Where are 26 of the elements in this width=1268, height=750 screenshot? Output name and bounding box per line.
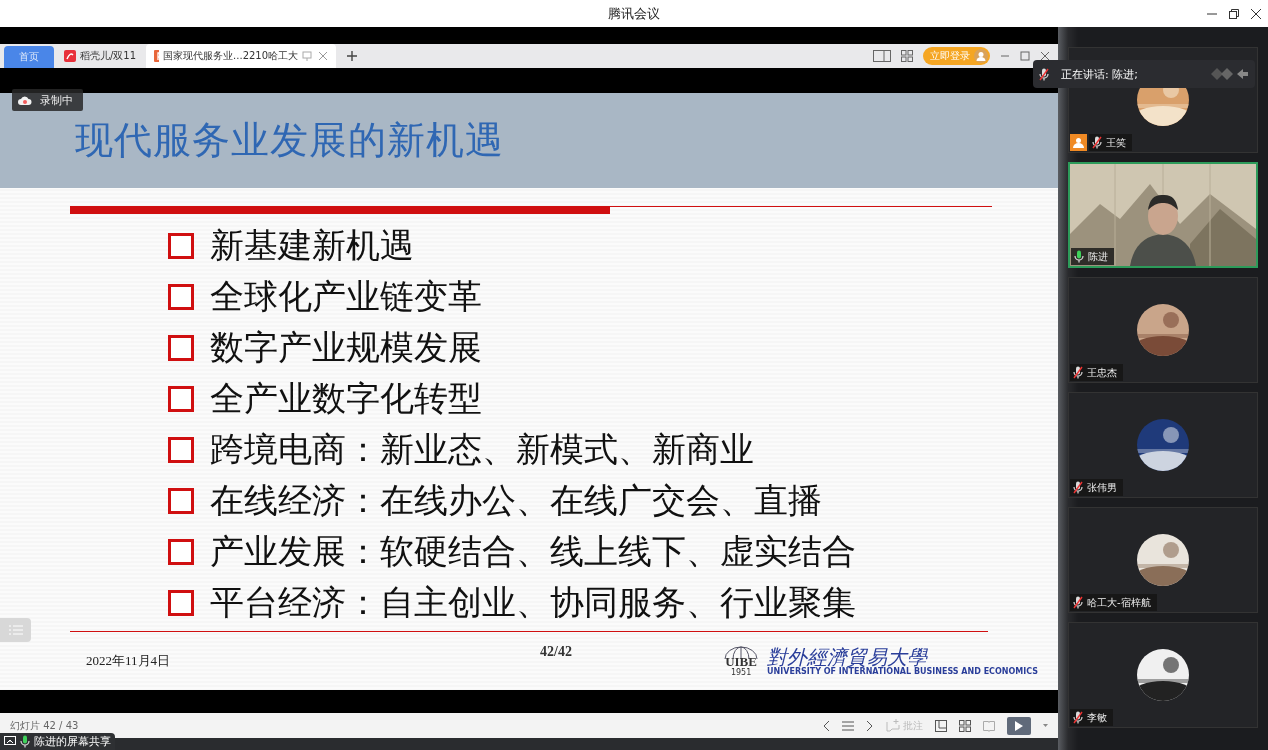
bullet-text: 跨境电商：新业态、新模式、新商业 (210, 428, 754, 471)
slide-counter: 幻灯片 42 / 43 (10, 718, 79, 733)
bullet-text: 新基建新机遇 (210, 224, 414, 267)
page-number: 42/42 (540, 644, 572, 660)
university-english-name: UNIVERSITY OF INTERNATIONAL BUSINESS AND ECONOMICS (767, 666, 1038, 676)
bullet-text: 全球化产业链变革 (210, 275, 482, 318)
participant-name: 陈进 (1088, 249, 1108, 264)
participant-name: 哈工大-宿梓航 (1087, 595, 1151, 610)
bullet-text: 数字产业规模发展 (210, 326, 482, 369)
bullet-text: 全产业数字化转型 (210, 377, 482, 420)
bullet-text: 产业发展：软硬结合、线上线下、虚实结合 (210, 530, 856, 573)
speaking-toast: 正在讲话: 陈进; (1033, 60, 1255, 88)
slide-title: 现代服务业发展的新机遇 (75, 117, 504, 164)
participant-name: 王忠杰 (1087, 365, 1117, 380)
bullet-text: 在线经济：在线办公、在线广交会、直播 (210, 479, 822, 522)
university-name: 對外經濟貿易大學 (767, 646, 928, 667)
window-title: 腾讯会议 (608, 4, 660, 23)
bullet-text: 平台经济：自主创业、协同服务、行业聚集 (210, 581, 856, 624)
logo-mark: UIBE (725, 655, 757, 668)
recording-indicator: 录制中 (12, 89, 83, 111)
slide-date: 2022年11月4日 (86, 652, 171, 670)
screen-share-label: 陈进的屏幕共享 (0, 733, 115, 750)
participant-name: 王笑 (1106, 135, 1126, 150)
participant-name: 李敏 (1087, 710, 1107, 725)
participant-name: 张伟男 (1087, 480, 1117, 495)
logo-year: 1951 (730, 668, 752, 677)
